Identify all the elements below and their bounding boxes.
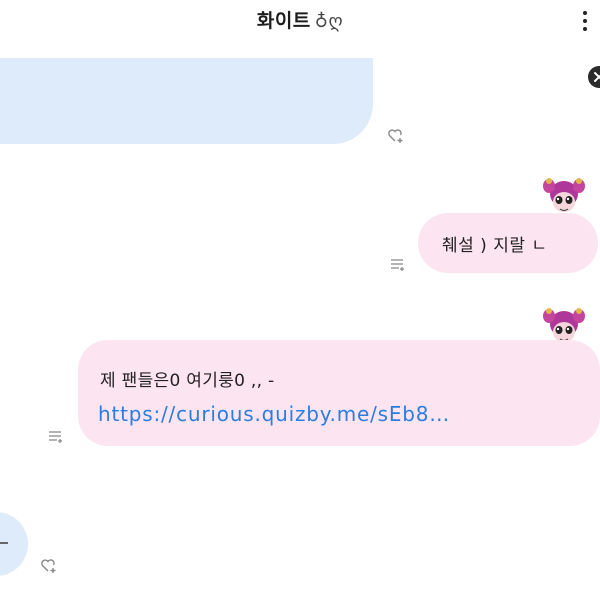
reply-list-icon[interactable] [48,430,64,444]
chat-screen: 화이트 ♁ღ 췌설 ) 지랄 ㄴ 제 팬들은0 여기룽0 ,, - https:… [0,0,600,600]
close-icon[interactable] [588,66,600,88]
received-message-bubble[interactable] [0,512,28,576]
sent-message-text: 췌설 ) 지랄 ㄴ [442,236,548,256]
reply-list-icon[interactable] [390,258,406,272]
heart-plus-icon[interactable] [387,128,405,144]
sent-message-bubble[interactable]: 제 팬들은0 여기룽0 ,, - https://curious.quizby.… [78,340,600,446]
sent-message-bubble[interactable]: 췌설 ) 지랄 ㄴ [418,213,598,273]
sent-message-text: 제 팬들은0 여기룽0 ,, - [100,371,275,391]
chat-title: 화이트 ♁ღ [0,6,600,33]
message-link[interactable]: https://curious.quizby.me/sEb8… [98,402,450,426]
heart-plus-icon[interactable] [40,558,58,574]
chat-title-text: 화이트 [256,10,311,32]
more-options-icon[interactable] [576,6,594,36]
received-message-text [0,542,8,544]
received-message-bubble[interactable] [0,58,373,144]
title-emoji: ♁ღ [314,11,344,32]
chat-header: 화이트 ♁ღ [0,0,600,44]
